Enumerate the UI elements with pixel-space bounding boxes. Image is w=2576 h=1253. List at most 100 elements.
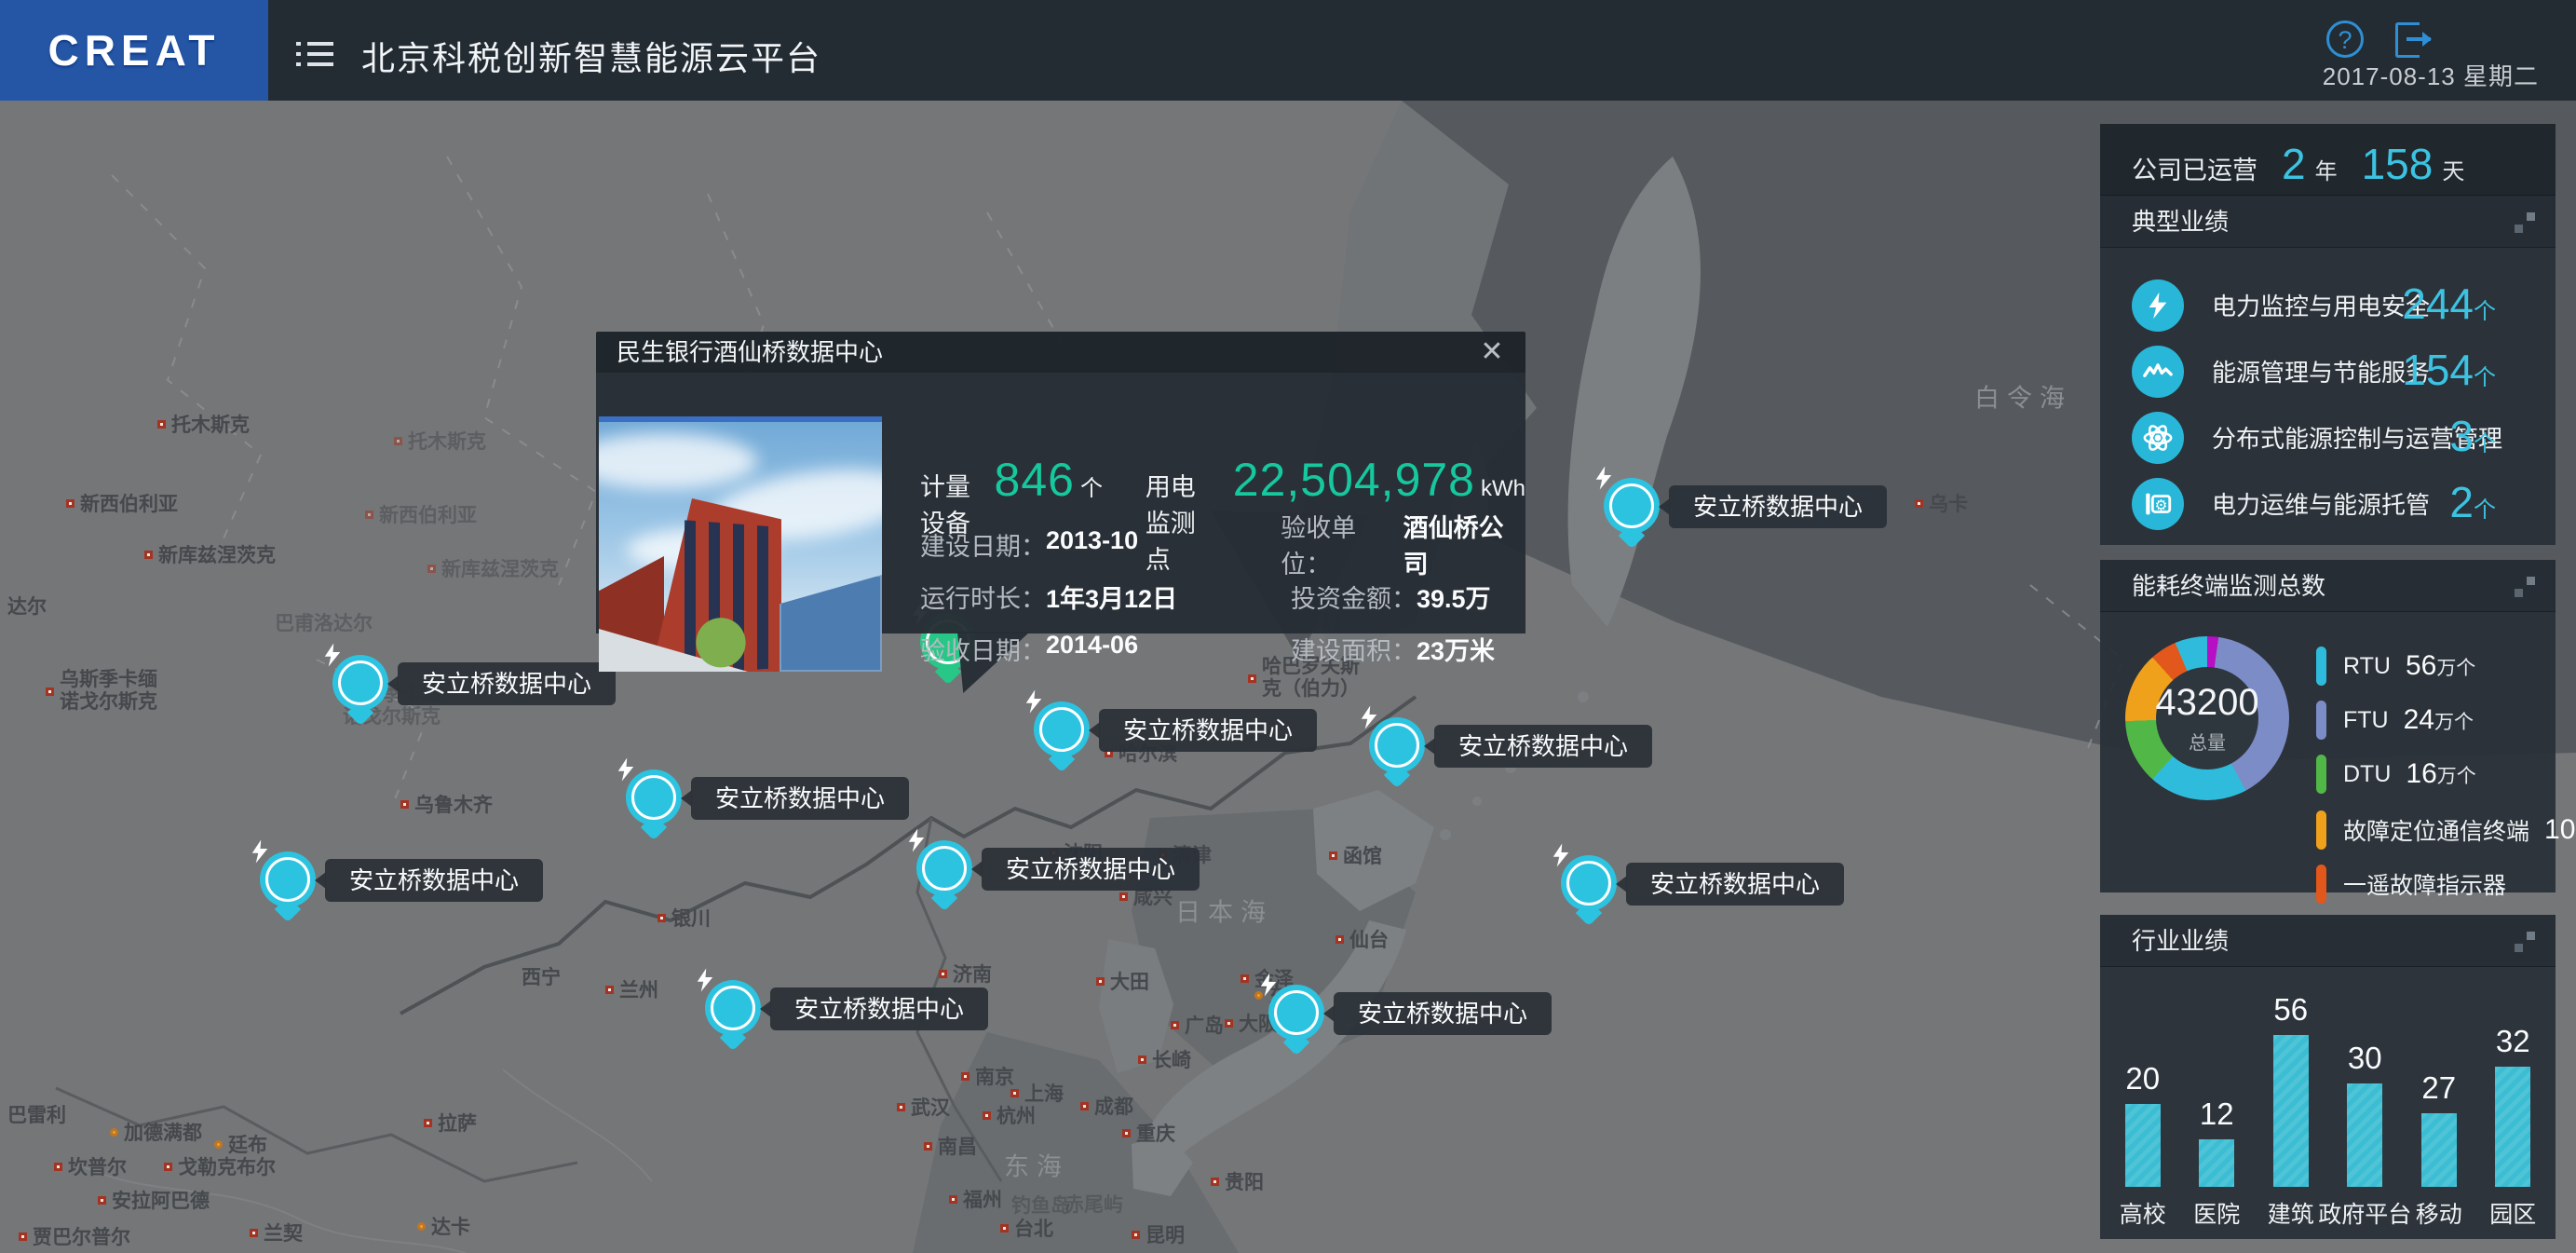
- stat-value: 22,504,978: [1233, 453, 1475, 507]
- city-dot: [214, 1140, 223, 1149]
- marker-label[interactable]: 安立桥数据中心: [982, 848, 1200, 891]
- marker-label[interactable]: 安立桥数据中心: [325, 859, 543, 902]
- city-label: 南昌: [924, 1132, 977, 1160]
- city-dot: [1335, 935, 1344, 944]
- city-dot: [1225, 1019, 1233, 1028]
- city-label: 济南: [939, 960, 992, 987]
- top-bar: CREAT 北京科税创新智慧能源云平台 ? 2017-08-13 星期二: [0, 0, 2576, 101]
- city-dot: [983, 1111, 991, 1120]
- city-dot: [417, 1222, 426, 1231]
- legend-swatch: [2316, 865, 2326, 904]
- typical-item[interactable]: ⚙ 电力运维与能源托管 2个: [2100, 470, 2556, 537]
- marker-label[interactable]: 安立桥数据中心: [1669, 485, 1887, 528]
- city-dot: [897, 1103, 905, 1111]
- menu-icon[interactable]: [296, 35, 333, 67]
- city-label: 西宁: [522, 962, 561, 990]
- typical-item[interactable]: 电力监控与用电安全 244个: [2100, 272, 2556, 338]
- city-label: 兰契: [250, 1219, 303, 1246]
- legend-row: 一遥故障指示器: [2316, 864, 2521, 905]
- marker-pin-icon[interactable]: [626, 770, 682, 825]
- typical-item[interactable]: 分布式能源控制与运营管理 3个: [2100, 404, 2556, 470]
- bar[interactable]: [2421, 1113, 2457, 1187]
- donut-center: 43200 总量: [2156, 667, 2258, 770]
- city-dot: [98, 1196, 106, 1205]
- legend-value: 24万个: [2404, 704, 2474, 736]
- city-label: 达卡: [417, 1212, 470, 1240]
- marker-label[interactable]: 安立桥数据中心: [770, 987, 988, 1030]
- info-pair: 建设面积： 23万米: [1291, 631, 1495, 667]
- city-dot: [394, 437, 402, 445]
- info-pair: 验收日期： 2014-06: [920, 631, 1291, 667]
- operating-label: 公司已运营: [2132, 150, 2257, 186]
- typical-item-label: 能源管理与节能服务: [2212, 354, 2430, 388]
- industry-title: 行业业绩: [2132, 927, 2229, 955]
- city-dot: [110, 1128, 118, 1137]
- sea-label: 东海: [1004, 1147, 1069, 1183]
- city-label: 仙台: [1335, 925, 1389, 953]
- info-label: 建设日期：: [920, 526, 1046, 563]
- marker-label[interactable]: 安立桥数据中心: [1626, 863, 1844, 906]
- city-label: 赤尾屿: [1064, 1190, 1123, 1218]
- city-label: 武汉: [897, 1093, 950, 1121]
- city-dot: [1915, 499, 1923, 508]
- marker-pin-icon[interactable]: [1268, 985, 1324, 1041]
- info-label: 建设面积：: [1291, 631, 1417, 667]
- expand-icon[interactable]: [2515, 932, 2535, 952]
- bar-column: 56 建筑: [2254, 976, 2328, 1187]
- marker-pin-icon[interactable]: [260, 851, 316, 907]
- typical-item-value: 3个: [2449, 411, 2496, 461]
- marker-pin-icon[interactable]: [705, 980, 761, 1036]
- city-name: 福州: [963, 1185, 1002, 1213]
- bar-value: 12: [2200, 1096, 2234, 1132]
- marker-pin-icon[interactable]: [1369, 717, 1425, 773]
- legend-label: 故障定位通信终端: [2343, 813, 2529, 847]
- city-label: 函馆: [1329, 841, 1382, 869]
- bar[interactable]: [2347, 1083, 2382, 1187]
- city-name: 银川: [671, 904, 711, 932]
- expand-icon[interactable]: [2515, 212, 2535, 233]
- city-label: 南京: [961, 1062, 1014, 1090]
- marker-pin-icon[interactable]: [916, 840, 972, 896]
- city-name: 仙台: [1349, 925, 1389, 953]
- close-icon[interactable]: ✕: [1473, 334, 1511, 371]
- info-pair: 建设日期： 2013-10: [920, 526, 1281, 563]
- bar[interactable]: [2199, 1139, 2234, 1187]
- marker-pin-icon[interactable]: [1034, 701, 1090, 757]
- marker-label[interactable]: 安立桥数据中心: [1434, 725, 1652, 768]
- lightning-icon: [2132, 279, 2184, 332]
- terminals-donut-chart: 43200 总量: [2125, 636, 2289, 800]
- city-name: 乌卡: [1929, 489, 1968, 517]
- logout-icon[interactable]: [2395, 22, 2433, 58]
- marker-pin-icon[interactable]: [1604, 478, 1660, 534]
- city-label: 银川: [658, 904, 711, 932]
- marker-pin-icon[interactable]: [1561, 855, 1617, 911]
- city-label: 坎普尔: [54, 1152, 127, 1180]
- city-label: 乌鲁木齐: [400, 790, 493, 818]
- city-label: 长崎: [1138, 1045, 1191, 1073]
- bar[interactable]: [2273, 1035, 2309, 1187]
- marker-label[interactable]: 安立桥数据中心: [1099, 709, 1317, 752]
- expand-icon[interactable]: [2515, 577, 2535, 597]
- city-name: 广岛: [1185, 1011, 1224, 1039]
- marker-label[interactable]: 安立桥数据中心: [1334, 992, 1552, 1035]
- city-label: 大田: [1096, 967, 1149, 995]
- info-value: 酒仙桥公司: [1403, 508, 1525, 580]
- bar[interactable]: [2125, 1104, 2161, 1187]
- bar-value: 30: [2348, 1041, 2382, 1076]
- city-name: 托木斯克: [171, 410, 250, 438]
- bar[interactable]: [2495, 1067, 2530, 1187]
- city-label: 托木斯克: [394, 427, 486, 455]
- marker-label[interactable]: 安立桥数据中心: [691, 777, 909, 820]
- stat-value: 846: [995, 453, 1075, 507]
- city-name: 赤尾屿: [1064, 1190, 1123, 1218]
- marker-pin-icon[interactable]: [332, 655, 388, 711]
- marker-label[interactable]: 安立桥数据中心: [398, 662, 616, 705]
- legend-row: 故障定位通信终端 10万个: [2316, 810, 2576, 851]
- typical-item-label: 电力运维与能源托管: [2212, 486, 2430, 521]
- help-icon[interactable]: ?: [2326, 20, 2364, 58]
- info-value: 23万米: [1417, 631, 1495, 667]
- city-dot: [19, 1233, 27, 1241]
- popup-body: 计量设备 846 个用电监测点 22,504,978 kWh 建设日期： 201…: [596, 373, 1525, 633]
- typical-item[interactable]: 能源管理与节能服务 154个: [2100, 338, 2556, 404]
- city-dot: [1241, 974, 1249, 983]
